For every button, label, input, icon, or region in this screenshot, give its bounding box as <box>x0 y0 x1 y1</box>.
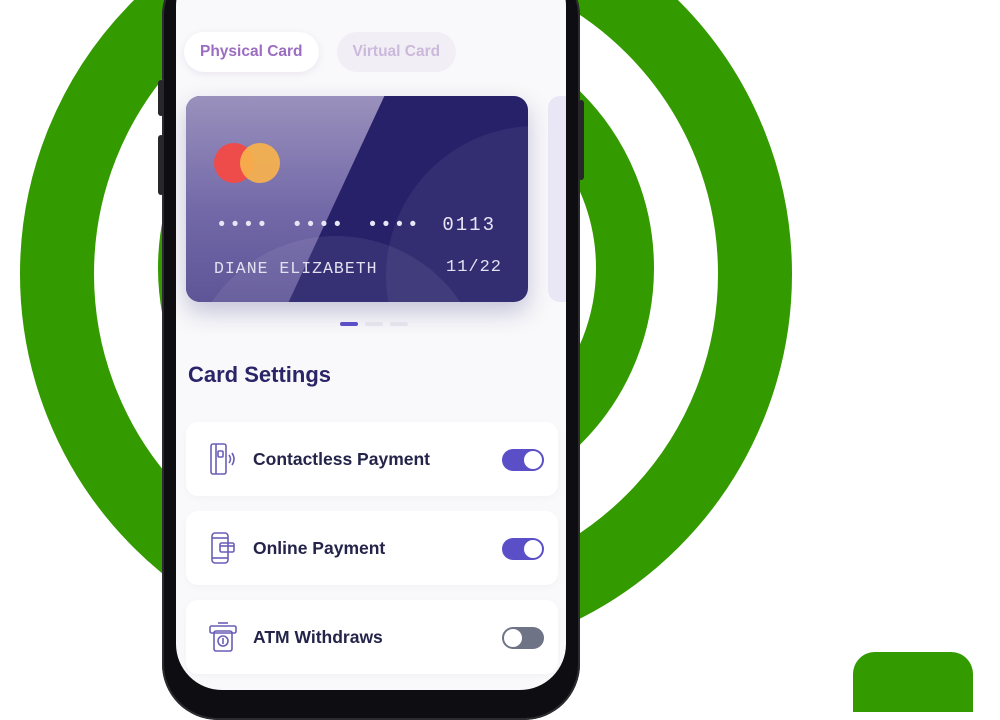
card-number-last4: 0113 <box>442 214 496 236</box>
card-type-tabs: Physical Card Virtual Card <box>184 32 457 72</box>
card-number: •••• •••• •••• 0113 <box>216 214 496 236</box>
card-number-group: •••• <box>366 214 421 236</box>
setting-label: ATM Withdraws <box>253 627 383 647</box>
payment-card[interactable]: •••• •••• •••• 0113 DIANE ELIZABETH 11/2… <box>186 96 528 302</box>
contactless-card-icon <box>206 442 240 476</box>
atm-withdraw-icon <box>206 620 240 654</box>
green-corner-shape <box>853 652 973 712</box>
section-title: Card Settings <box>188 362 332 387</box>
pagination-dot[interactable] <box>390 322 408 326</box>
setting-label: Contactless Payment <box>253 449 431 469</box>
setting-label: Online Payment <box>253 538 386 558</box>
online-payment-toggle[interactable] <box>502 538 544 560</box>
phone-frame: Physical Card Virtual Card •••• •••• •••… <box>158 0 584 720</box>
setting-row-online: Online Payment <box>186 511 558 585</box>
next-card-peek[interactable] <box>548 96 566 302</box>
atm-withdraw-toggle[interactable] <box>502 627 544 649</box>
card-pagination <box>340 322 408 326</box>
mastercard-icon <box>214 143 284 185</box>
tab-virtual-card[interactable]: Virtual Card <box>336 32 457 72</box>
phone-power-button <box>578 100 584 180</box>
card-number-group: •••• <box>216 214 270 236</box>
phone-mute-button <box>158 80 164 116</box>
pagination-dot-active[interactable] <box>340 322 358 326</box>
phone-volume-button <box>158 135 164 195</box>
app-screen: Physical Card Virtual Card •••• •••• •••… <box>176 0 566 690</box>
tab-physical-card[interactable]: Physical Card <box>184 32 319 72</box>
card-number-group: •••• <box>291 214 346 236</box>
card-expiry: 11/22 <box>446 258 503 277</box>
setting-row-atm: ATM Withdraws <box>186 600 558 674</box>
card-holder-name: DIANE ELIZABETH <box>214 259 378 278</box>
pagination-dot[interactable] <box>365 322 383 326</box>
mobile-payment-icon <box>206 531 240 565</box>
setting-row-contactless: Contactless Payment <box>186 422 558 496</box>
contactless-toggle[interactable] <box>502 449 544 471</box>
